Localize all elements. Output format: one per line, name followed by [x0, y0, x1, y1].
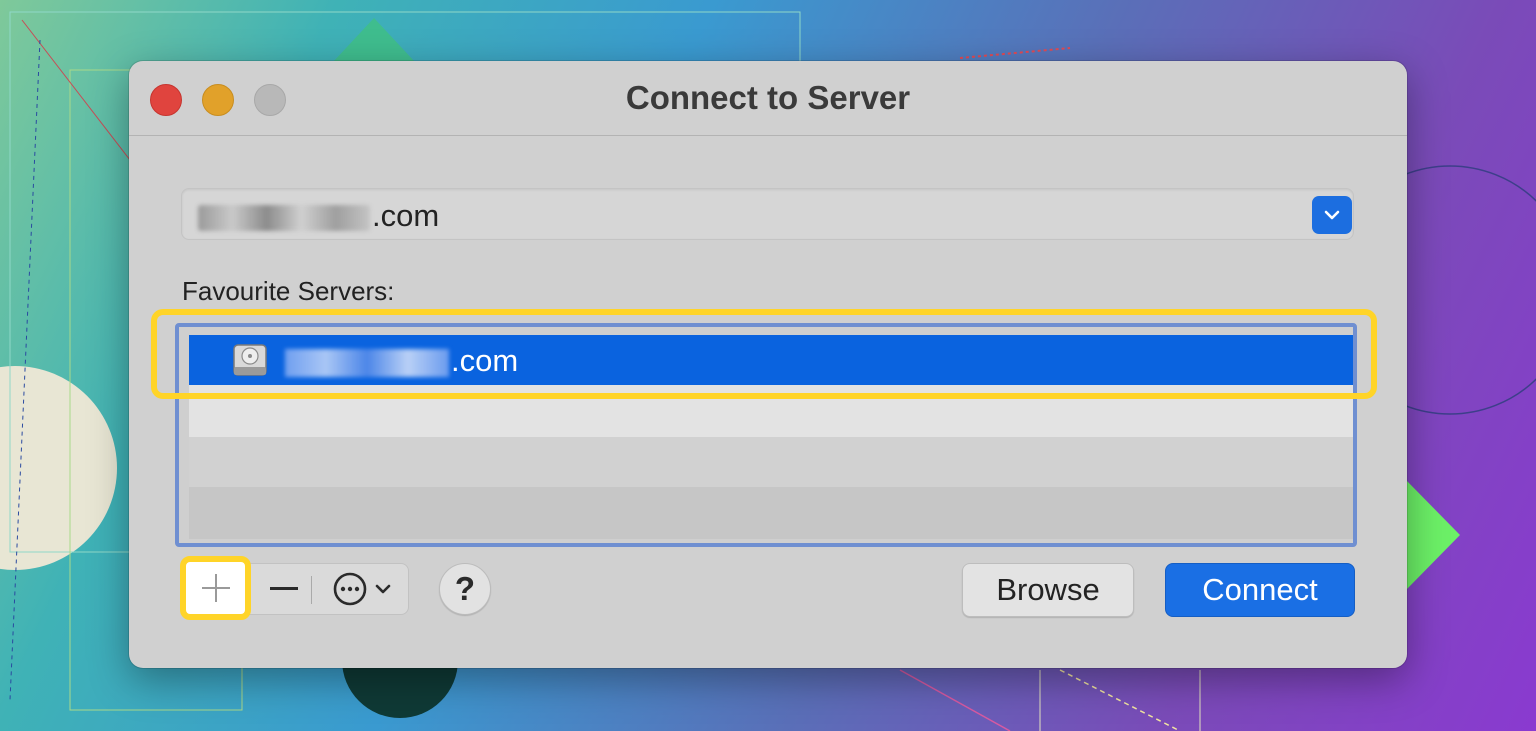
empty-list-row: [189, 437, 1353, 487]
connect-to-server-dialog: Connect to Server .com Favourite Servers…: [129, 61, 1407, 668]
more-actions-menu-button[interactable]: [321, 564, 407, 614]
connect-button[interactable]: Connect: [1165, 563, 1355, 617]
server-history-dropdown-button[interactable]: [1312, 196, 1352, 234]
minus-icon: [270, 587, 298, 590]
redacted-server-name: [198, 204, 370, 231]
favourite-servers-list[interactable]: .com: [175, 323, 1357, 547]
window-title: Connect to Server: [625, 79, 911, 116]
server-address-suffix: .com: [372, 198, 440, 233]
empty-list-row: [189, 487, 1353, 539]
browse-button[interactable]: Browse: [962, 563, 1134, 617]
empty-list-row: [189, 385, 1353, 437]
server-address-field[interactable]: .com: [181, 188, 1354, 240]
favourite-servers-label: Favourite Servers:: [182, 276, 395, 306]
add-favourite-button[interactable]: [180, 556, 251, 620]
server-address-value: .com: [198, 198, 439, 234]
ellipsis-circle-icon: [333, 572, 391, 606]
favourite-server-name: .com: [285, 343, 518, 379]
plus-icon: [201, 574, 230, 602]
favourite-server-row[interactable]: .com: [189, 335, 1353, 385]
favourite-server-suffix: .com: [451, 343, 519, 378]
title-bar: Connect to Server: [129, 61, 1407, 136]
chevron-down-icon: [1324, 210, 1340, 220]
toolbar-separator: [311, 576, 312, 604]
help-button[interactable]: ?: [439, 563, 491, 615]
hard-drive-icon: [233, 344, 267, 376]
remove-favourite-button[interactable]: [259, 564, 309, 614]
redacted-server-name: [285, 348, 449, 377]
